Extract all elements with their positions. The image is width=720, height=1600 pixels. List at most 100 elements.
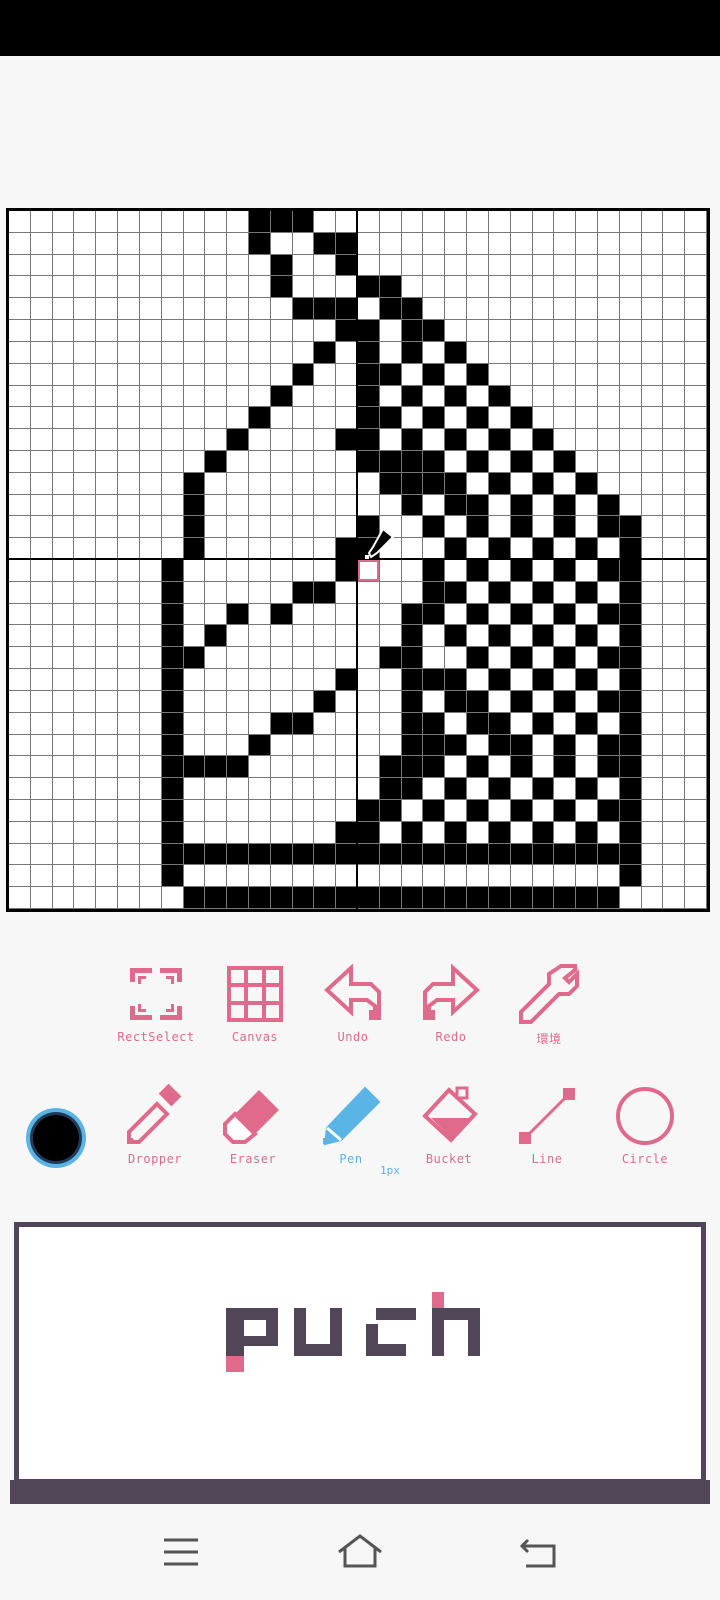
canvas-pixel[interactable] (270, 494, 293, 517)
redo-button[interactable]: Redo (406, 962, 496, 1044)
canvas-pixel[interactable] (576, 385, 598, 408)
canvas-pixel[interactable] (510, 734, 533, 757)
canvas-pixel[interactable] (336, 494, 358, 517)
canvas-pixel[interactable] (227, 865, 249, 888)
canvas-pixel[interactable] (576, 865, 598, 888)
canvas-pixel[interactable] (532, 232, 555, 255)
canvas-pixel[interactable] (467, 211, 489, 233)
canvas-pixel[interactable] (423, 320, 446, 342)
canvas-pixel[interactable] (576, 450, 598, 473)
canvas-pixel[interactable] (554, 429, 577, 451)
canvas-pixel[interactable] (423, 887, 446, 909)
canvas-pixel[interactable] (248, 603, 271, 626)
canvas-pixel[interactable] (314, 581, 337, 604)
canvas-pixel[interactable] (641, 778, 664, 800)
canvas-pixel[interactable] (663, 276, 686, 299)
canvas-pixel[interactable] (248, 669, 271, 691)
canvas-pixel[interactable] (532, 669, 555, 691)
canvas-pixel[interactable] (423, 538, 446, 560)
canvas-pixel[interactable] (161, 516, 184, 539)
canvas-pixel[interactable] (96, 560, 119, 582)
canvas-pixel[interactable] (314, 799, 337, 822)
canvas-pixel[interactable] (510, 538, 533, 560)
canvas-pixel[interactable] (619, 690, 642, 713)
canvas-pixel[interactable] (205, 429, 228, 451)
canvas-pixel[interactable] (379, 581, 402, 604)
canvas-pixel[interactable] (270, 669, 293, 691)
canvas-pixel[interactable] (685, 232, 707, 255)
back-icon[interactable] (514, 1532, 564, 1572)
canvas-pixel[interactable] (663, 407, 686, 430)
canvas-pixel[interactable] (532, 603, 555, 626)
canvas-pixel[interactable] (292, 756, 315, 779)
canvas-pixel[interactable] (248, 385, 271, 408)
canvas-pixel[interactable] (445, 799, 468, 822)
canvas-pixel[interactable] (52, 625, 75, 648)
canvas-pixel[interactable] (510, 865, 533, 888)
canvas-pixel[interactable] (336, 756, 358, 779)
canvas-pixel[interactable] (52, 603, 75, 626)
canvas-pixel[interactable] (379, 887, 402, 909)
canvas-pixel[interactable] (96, 538, 119, 560)
canvas-pixel[interactable] (9, 821, 31, 844)
canvas-pixel[interactable] (96, 385, 119, 408)
canvas-pixel[interactable] (576, 734, 598, 757)
canvas-pixel[interactable] (401, 712, 424, 735)
canvas-pixel[interactable] (554, 385, 577, 408)
canvas-pixel[interactable] (510, 516, 533, 539)
canvas-pixel[interactable] (445, 429, 468, 451)
canvas-pixel[interactable] (488, 516, 511, 539)
canvas-pixel[interactable] (663, 211, 686, 233)
canvas-pixel[interactable] (139, 799, 162, 822)
canvas-pixel[interactable] (314, 232, 337, 255)
canvas-pixel[interactable] (663, 887, 686, 909)
canvas-pixel[interactable] (554, 669, 577, 691)
canvas-pixel[interactable] (139, 516, 162, 539)
canvas-pixel[interactable] (685, 254, 707, 277)
canvas-pixel[interactable] (314, 450, 337, 473)
canvas-pixel[interactable] (118, 276, 140, 299)
canvas-pixel[interactable] (52, 211, 75, 233)
canvas-pixel[interactable] (161, 581, 184, 604)
canvas-pixel[interactable] (445, 254, 468, 277)
canvas-pixel[interactable] (597, 538, 620, 560)
canvas-pixel[interactable] (205, 603, 228, 626)
canvas-pixel[interactable] (641, 407, 664, 430)
canvas-pixel[interactable] (510, 581, 533, 604)
canvas-pixel[interactable] (227, 276, 249, 299)
canvas-pixel[interactable] (96, 603, 119, 626)
canvas-pixel[interactable] (467, 254, 489, 277)
canvas-pixel[interactable] (554, 690, 577, 713)
canvas-pixel[interactable] (270, 298, 293, 321)
canvas-pixel[interactable] (74, 538, 97, 560)
canvas-pixel[interactable] (161, 734, 184, 757)
canvas-pixel[interactable] (663, 778, 686, 800)
canvas-pixel[interactable] (52, 734, 75, 757)
canvas-pixel[interactable] (30, 472, 53, 495)
canvas-pixel[interactable] (292, 734, 315, 757)
canvas-pixel[interactable] (532, 450, 555, 473)
canvas-pixel[interactable] (554, 232, 577, 255)
canvas-pixel[interactable] (30, 494, 53, 517)
canvas-pixel[interactable] (597, 516, 620, 539)
canvas-pixel[interactable] (358, 407, 380, 430)
canvas-pixel[interactable] (139, 276, 162, 299)
canvas-pixel[interactable] (161, 363, 184, 386)
canvas-pixel[interactable] (554, 756, 577, 779)
canvas-pixel[interactable] (118, 756, 140, 779)
canvas-pixel[interactable] (358, 821, 380, 844)
canvas-pixel[interactable] (576, 669, 598, 691)
canvas-pixel[interactable] (663, 690, 686, 713)
canvas-pixel[interactable] (619, 778, 642, 800)
canvas-pixel[interactable] (96, 472, 119, 495)
canvas-pixel[interactable] (292, 538, 315, 560)
canvas-pixel[interactable] (292, 429, 315, 451)
canvas-pixel[interactable] (161, 429, 184, 451)
canvas-pixel[interactable] (74, 887, 97, 909)
canvas-pixel[interactable] (401, 320, 424, 342)
canvas-pixel[interactable] (270, 843, 293, 866)
canvas-pixel[interactable] (379, 276, 402, 299)
canvas-pixel[interactable] (423, 298, 446, 321)
canvas-pixel[interactable] (139, 843, 162, 866)
canvas-pixel[interactable] (336, 298, 358, 321)
